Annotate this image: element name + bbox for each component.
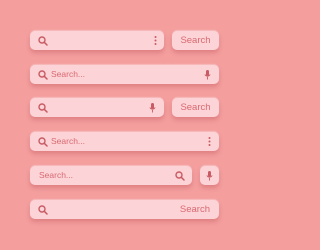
- microphone-icon: [206, 166, 213, 185]
- microphone-button[interactable]: [200, 166, 219, 185]
- search-button-6[interactable]: Search: [180, 200, 210, 219]
- microphone-icon[interactable]: [149, 98, 156, 117]
- search-button-1[interactable]: Search: [172, 31, 219, 50]
- search-bar-3[interactable]: [30, 98, 164, 117]
- search-placeholder: Search...: [51, 69, 86, 79]
- search-button-3[interactable]: Search: [172, 98, 219, 117]
- search-bar-6[interactable]: Search: [30, 200, 219, 219]
- search-icon: [38, 132, 48, 151]
- search-placeholder: Search...: [51, 136, 86, 146]
- search-bar-4[interactable]: Search...: [30, 132, 219, 151]
- search-icon: [38, 31, 48, 50]
- microphone-icon[interactable]: [204, 65, 211, 84]
- search-icon: [38, 200, 48, 219]
- search-bar-1[interactable]: [30, 31, 164, 50]
- search-bar-2[interactable]: Search...: [30, 65, 219, 84]
- more-vertical-icon[interactable]: [154, 31, 157, 50]
- search-icon: [38, 65, 48, 84]
- search-bar-5[interactable]: Search...: [30, 166, 192, 185]
- more-vertical-icon[interactable]: [208, 132, 211, 151]
- search-icon[interactable]: [175, 166, 185, 185]
- search-icon: [38, 98, 48, 117]
- search-placeholder: Search...: [39, 170, 74, 180]
